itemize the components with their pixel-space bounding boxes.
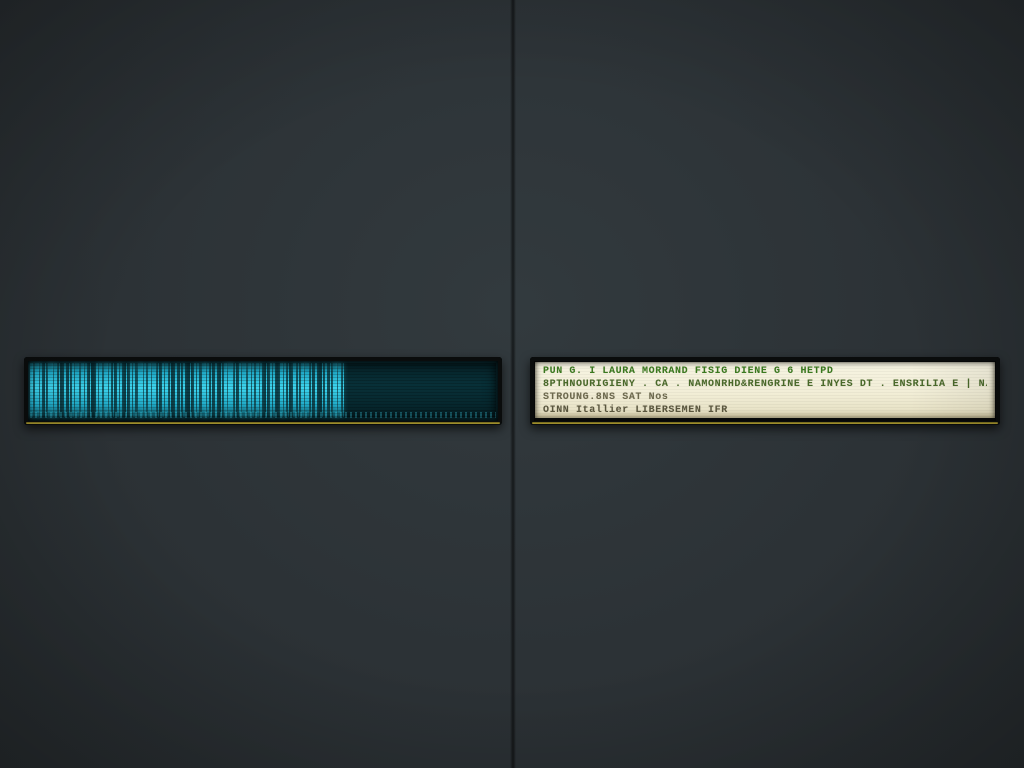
- lcd-line-2: 8PTHNOURIGIENY . CA . NAMONRHD&RENGRINE …: [543, 378, 987, 391]
- lcd-line-1: PUN G. I LAURA MORRAND FISIG DIENE G 6 H…: [543, 365, 987, 378]
- scene-root: PUN G. I LAURA MORRAND FISIG DIENE G 6 H…: [0, 0, 1024, 768]
- center-divider: [510, 0, 516, 768]
- barcode-gap: [344, 363, 346, 417]
- lcd-screen: PUN G. I LAURA MORRAND FISIG DIENE G 6 H…: [535, 362, 995, 418]
- lcd-line-3: STROUNG.8NS SAT Nos: [543, 391, 987, 404]
- display-panel-barcode: [24, 357, 502, 425]
- lcd-line-4: OINN Itallier LIBERSEMEN IFR: [543, 404, 987, 417]
- barcode-stripe-area: [30, 363, 496, 417]
- display-panel-lcd: PUN G. I LAURA MORRAND FISIG DIENE G 6 H…: [530, 357, 1000, 425]
